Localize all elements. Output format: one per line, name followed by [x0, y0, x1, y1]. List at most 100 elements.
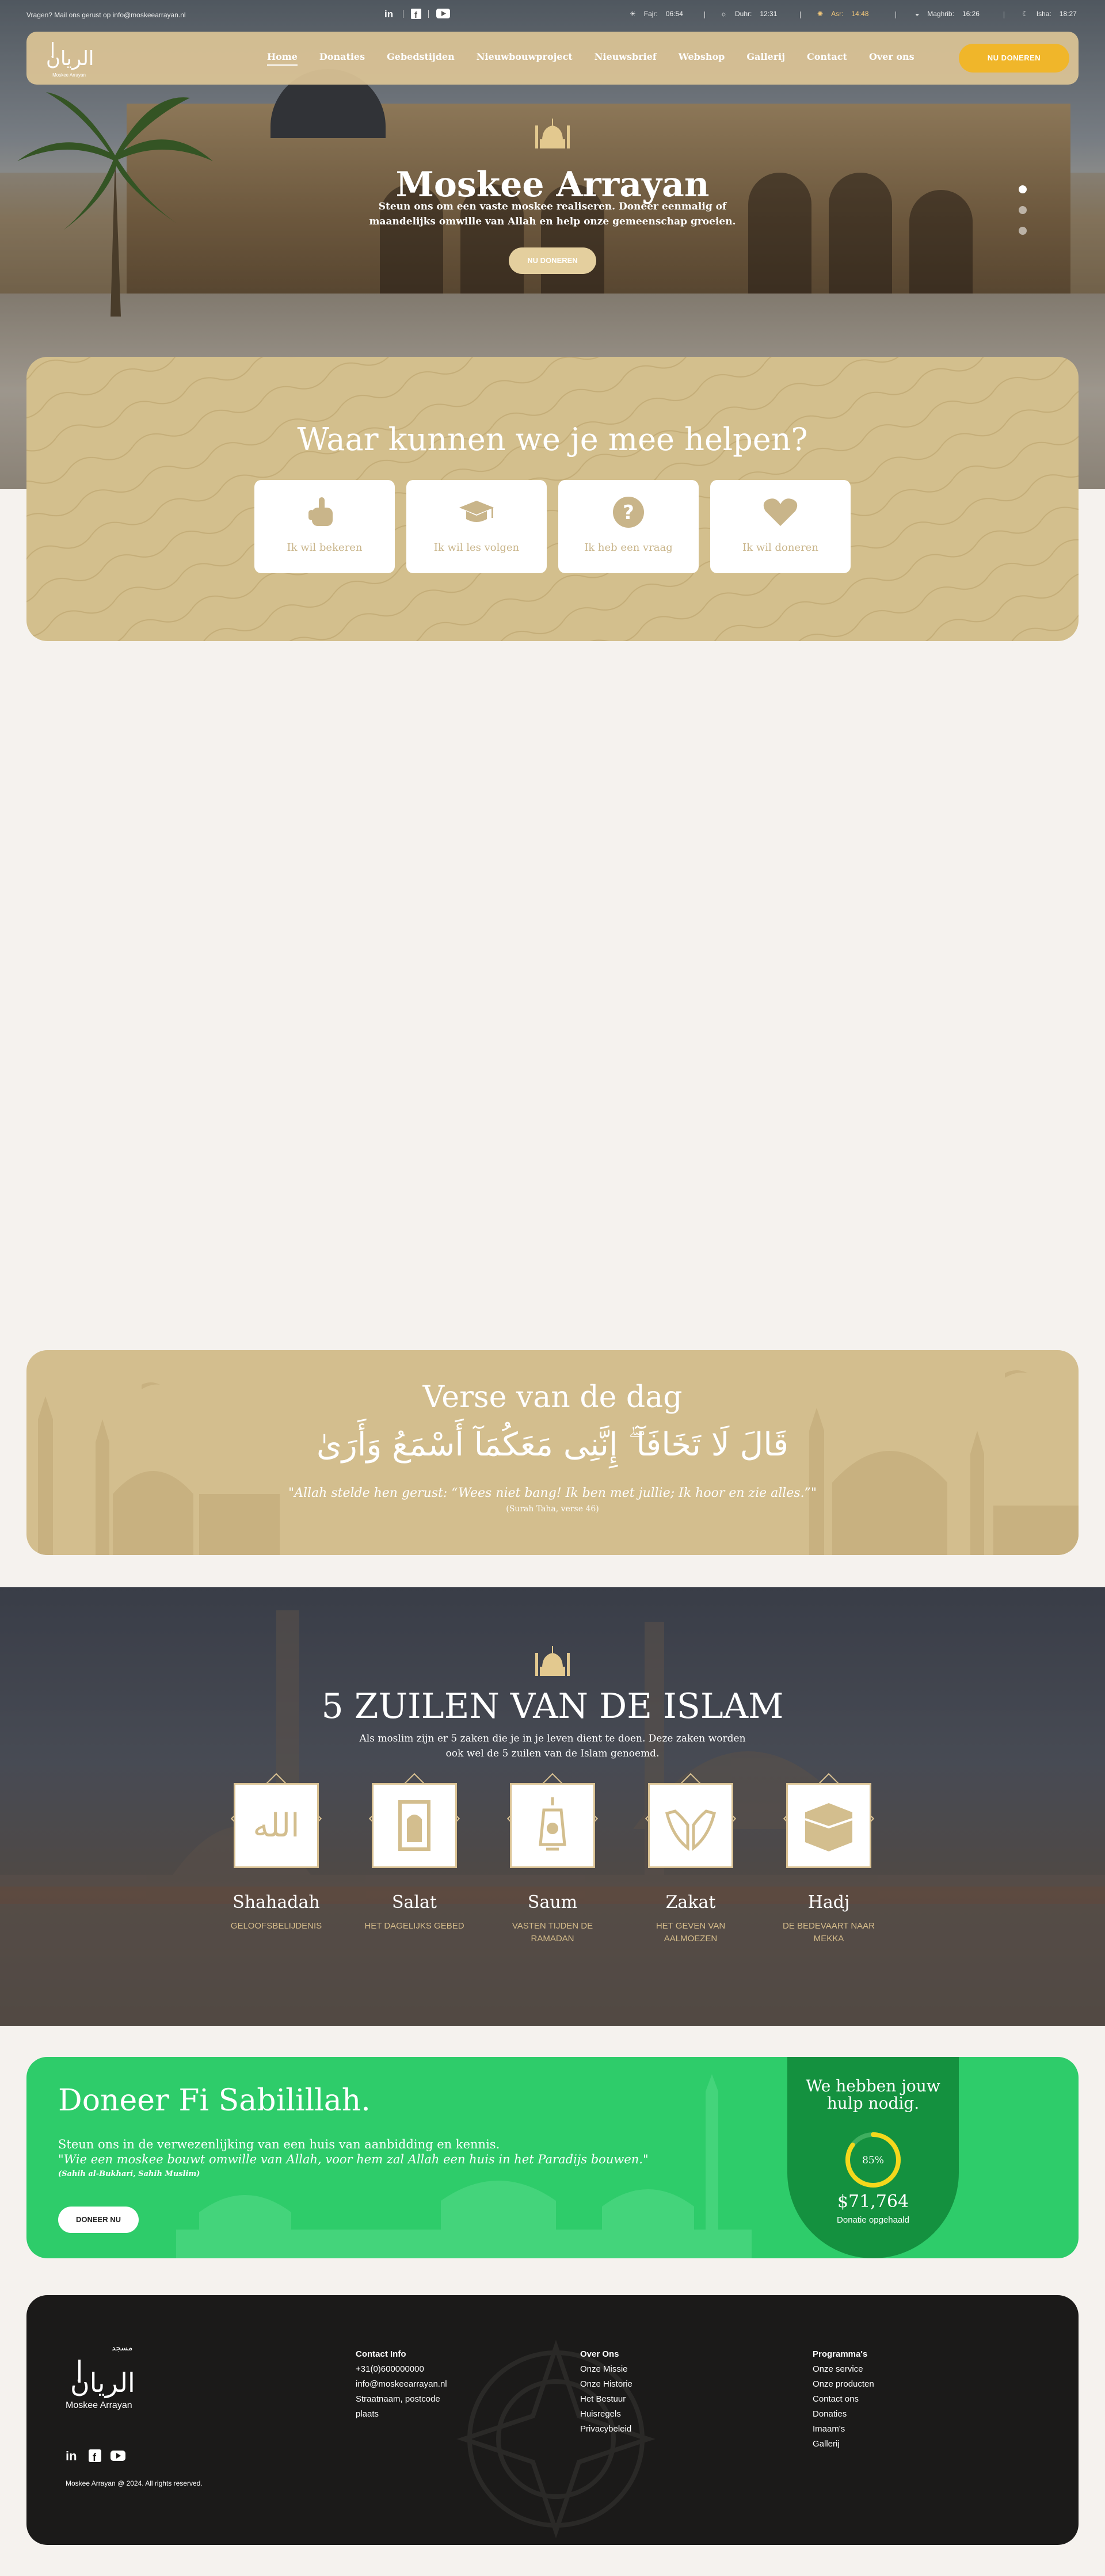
main-navigation: الريان Moskee Arrayan Home Donaties Gebe…	[26, 32, 1079, 85]
verse-of-the-day: Verse van de dag قَالَ لَا تَخَافَآ ۖ إِ…	[26, 1350, 1079, 1555]
footer-logo[interactable]: الريان مسجد	[66, 2337, 140, 2402]
lantern-icon	[539, 1797, 566, 1851]
donate-now-button[interactable]: DONEER NU	[58, 2207, 139, 2233]
svg-text:in: in	[66, 2449, 77, 2462]
footer-link[interactable]: Contact ons	[813, 2392, 874, 2407]
donate-quote: "Wie een moskee bouwt omwille van Allah,…	[58, 2152, 649, 2166]
footer-link[interactable]: Privacybeleid	[580, 2422, 632, 2437]
footer-link[interactable]: Onze Historie	[580, 2377, 632, 2392]
facebook-icon[interactable]: f	[89, 2449, 101, 2462]
allah-calligraphy-icon: الله	[253, 1807, 299, 1845]
nav-item-contact[interactable]: Contact	[807, 51, 847, 66]
slider-dot[interactable]	[1019, 227, 1027, 235]
top-bar: Vragen? Mail ons gerust op info@moskeear…	[0, 0, 1105, 30]
nav-menu: Home Donaties Gebedstijden Nieuwbouwproj…	[267, 51, 915, 66]
footer-contact: Contact Info +31(0)600000000 info@moskee…	[356, 2347, 447, 2422]
prayer-time-duhr: ☼ Duhr: 12:31	[721, 10, 778, 18]
sun-icon: ☼	[721, 10, 727, 18]
footer-socials: in f	[66, 2449, 125, 2462]
nav-item-donaties[interactable]: Donaties	[319, 51, 365, 66]
footer-link[interactable]: Donaties	[813, 2407, 874, 2422]
nav-item-over-ons[interactable]: Over ons	[869, 51, 915, 66]
site-footer: الريان مسجد Moskee Arrayan in f Moskee A…	[26, 2295, 1079, 2545]
sunrise-icon: ☀	[630, 10, 636, 18]
hand-pointing-icon	[308, 497, 333, 526]
donation-amount-label: Donatie opgehaald	[837, 2215, 909, 2225]
prayer-time-asr: ✺ Asr: 14:48	[817, 10, 869, 18]
help-card-vraag[interactable]: ? Ik heb een vraag	[558, 480, 699, 573]
donate-quote-source: (Sahih al-Bukhari, Sahih Muslim)	[58, 2170, 200, 2178]
mosque-icon	[534, 117, 571, 151]
open-hands-icon	[665, 1809, 717, 1851]
heart-icon	[763, 498, 798, 526]
svg-text:f: f	[93, 2452, 97, 2462]
footer-brand: Moskee Arrayan	[66, 2400, 132, 2410]
nav-item-gallerij[interactable]: Gallerij	[746, 51, 785, 66]
help-panel: Waar kunnen we je mee helpen? Ik wil bek…	[26, 357, 1079, 641]
verse-title: Verse van de dag	[422, 1380, 683, 1415]
pillars-title: 5 ZUILEN VAN DE ISLAM	[321, 1686, 784, 1727]
donation-progress-card: We hebben jouw hulp nodig. 85% $71,764 D…	[787, 2057, 959, 2258]
footer-city: plaats	[356, 2409, 379, 2419]
footer-street: Straatnaam, postcode	[356, 2394, 440, 2404]
prayer-time-isha: ☾ Isha: 18:27	[1022, 10, 1077, 18]
linkedin-icon[interactable]: in	[384, 9, 396, 21]
pillars-subtitle: Als moslim zijn er 5 zaken die je in je …	[359, 1733, 746, 1759]
help-card-bekeren[interactable]: Ik wil bekeren	[254, 480, 395, 573]
help-title: Waar kunnen we je mee helpen?	[297, 421, 808, 458]
prayer-mat-icon	[398, 1800, 430, 1851]
help-card-les[interactable]: Ik wil les volgen	[406, 480, 547, 573]
nav-donate-button[interactable]: NU DONEREN	[959, 44, 1069, 73]
svg-text:?: ?	[623, 501, 634, 524]
sunset-icon: ◒	[915, 10, 920, 18]
wave-pattern	[26, 357, 1079, 641]
footer-link[interactable]: Gallerij	[813, 2437, 874, 2452]
verse-arabic: قَالَ لَا تَخَافَآ ۖ إِنَّنِى مَعَكُمَآ …	[316, 1426, 789, 1464]
verse-source: (Surah Taha, verse 46)	[506, 1504, 599, 1514]
question-icon: ?	[613, 497, 644, 528]
footer-link[interactable]: Onze service	[813, 2362, 874, 2377]
slider-dot[interactable]	[1019, 185, 1027, 193]
youtube-icon[interactable]	[436, 9, 450, 21]
graduation-cap-icon	[459, 501, 494, 522]
prayer-time-maghrib: ◒ Maghrib: 16:26	[915, 10, 980, 18]
five-pillars-section: 5 ZUILEN VAN DE ISLAM Als moslim zijn er…	[0, 1587, 1105, 2026]
need-help-title: We hebben jouw hulp nodig.	[806, 2076, 940, 2113]
footer-link[interactable]: Het Bestuur	[580, 2392, 632, 2407]
nav-item-gebedstijden[interactable]: Gebedstijden	[387, 51, 455, 66]
footer-email[interactable]: info@moskeearrayan.nl	[356, 2377, 447, 2392]
footer-phone[interactable]: +31(0)600000000	[356, 2362, 447, 2377]
mosque-icon	[534, 1645, 571, 1678]
prayer-time-fajr: ☀ Fajr: 06:54	[630, 10, 683, 18]
footer-link[interactable]: Huisregels	[580, 2407, 632, 2422]
youtube-icon[interactable]	[110, 2449, 125, 2462]
svg-text:الله: الله	[253, 1807, 299, 1845]
moon-icon: ☾	[1022, 10, 1028, 18]
hero-donate-button[interactable]: NU DONEREN	[509, 247, 596, 274]
nav-item-nieuwbouwproject[interactable]: Nieuwbouwproject	[477, 51, 573, 66]
site-logo[interactable]: الريان Moskee Arrayan	[35, 35, 104, 81]
nav-item-webshop[interactable]: Webshop	[679, 51, 725, 66]
slider-dot[interactable]	[1019, 206, 1027, 214]
contact-question: Vragen? Mail ons gerust op info@moskeear…	[26, 11, 186, 19]
nav-item-home[interactable]: Home	[267, 51, 298, 66]
facebook-icon[interactable]: f	[411, 9, 421, 21]
donate-text: Steun ons in de verwezenlijking van een …	[58, 2137, 500, 2151]
copyright: Moskee Arrayan @ 2024. All rights reserv…	[66, 2479, 203, 2487]
svg-text:85%: 85%	[862, 2155, 884, 2166]
linkedin-icon[interactable]: in	[66, 2449, 79, 2462]
help-card-doneren[interactable]: Ik wil doneren	[710, 480, 851, 573]
nav-item-nieuwsbrief[interactable]: Nieuwsbrief	[595, 51, 657, 66]
hero-subtitle: Steun ons om een vaste moskee realiseren…	[369, 201, 736, 227]
donation-amount: $71,764	[837, 2192, 909, 2212]
footer-programs: Programma's Onze service Onze producten …	[813, 2347, 874, 2452]
footer-about: Over Ons Onze Missie Onze Historie Het B…	[580, 2347, 632, 2437]
donate-title: Doneer Fi Sabilillah.	[58, 2083, 371, 2118]
footer-link[interactable]: Onze producten	[813, 2377, 874, 2392]
svg-text:Moskee Arrayan: Moskee Arrayan	[52, 73, 86, 78]
footer-link[interactable]: Imaam's	[813, 2422, 874, 2437]
kaaba-icon	[805, 1803, 853, 1851]
svg-text:in: in	[384, 9, 393, 19]
slider-dots	[1019, 185, 1027, 235]
footer-link[interactable]: Onze Missie	[580, 2362, 632, 2377]
